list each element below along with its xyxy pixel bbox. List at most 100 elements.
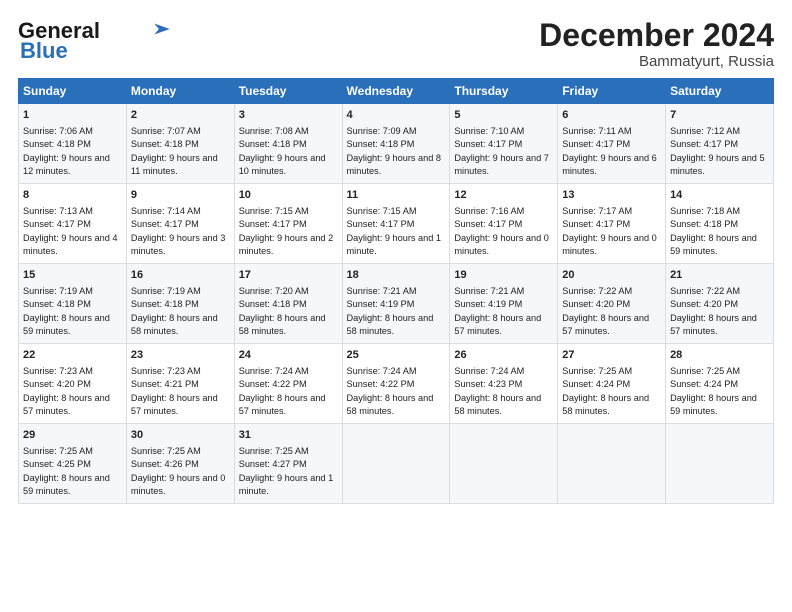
header-tuesday: Tuesday	[234, 79, 342, 104]
day-detail: Sunset: 4:18 PM	[131, 299, 199, 309]
table-row: 29Sunrise: 7:25 AM Sunset: 4:25 PM Dayli…	[19, 424, 127, 504]
day-detail: Daylight: 8 hours	[670, 233, 739, 243]
day-detail: Daylight: 8 hours	[347, 393, 416, 403]
day-number: 6	[562, 108, 661, 124]
header-monday: Monday	[126, 79, 234, 104]
day-detail: Daylight: 9 hours	[454, 153, 523, 163]
day-number: 20	[562, 268, 661, 284]
day-detail: Daylight: 8 hours	[131, 313, 200, 323]
day-detail: Sunset: 4:24 PM	[562, 379, 630, 389]
day-detail: Sunset: 4:18 PM	[23, 299, 91, 309]
table-row: 11Sunrise: 7:15 AM Sunset: 4:17 PM Dayli…	[342, 184, 450, 264]
day-detail: Daylight: 9 hours	[239, 473, 308, 483]
day-detail: Daylight: 8 hours	[562, 393, 631, 403]
table-row: 23Sunrise: 7:23 AM Sunset: 4:21 PM Dayli…	[126, 344, 234, 424]
table-row: 12Sunrise: 7:16 AM Sunset: 4:17 PM Dayli…	[450, 184, 558, 264]
day-detail: Daylight: 9 hours	[239, 233, 308, 243]
day-detail: Sunrise: 7:25 AM	[131, 446, 201, 456]
table-row: 13Sunrise: 7:17 AM Sunset: 4:17 PM Dayli…	[558, 184, 666, 264]
table-row: 30Sunrise: 7:25 AM Sunset: 4:26 PM Dayli…	[126, 424, 234, 504]
day-number: 22	[23, 348, 122, 364]
day-detail: Sunrise: 7:25 AM	[23, 446, 93, 456]
day-number: 25	[347, 348, 446, 364]
logo-blue: Blue	[20, 38, 68, 64]
day-detail: Sunset: 4:27 PM	[239, 459, 307, 469]
day-detail: Sunset: 4:18 PM	[239, 299, 307, 309]
day-detail: Sunrise: 7:23 AM	[23, 366, 93, 376]
day-detail: Sunrise: 7:24 AM	[454, 366, 524, 376]
day-detail: Sunset: 4:21 PM	[131, 379, 199, 389]
table-row: 3Sunrise: 7:08 AM Sunset: 4:18 PM Daylig…	[234, 104, 342, 184]
day-detail: Daylight: 9 hours	[347, 153, 416, 163]
day-detail: Sunset: 4:18 PM	[239, 139, 307, 149]
weekday-header-row: Sunday Monday Tuesday Wednesday Thursday…	[19, 79, 774, 104]
day-detail: Sunset: 4:17 PM	[562, 139, 630, 149]
header-friday: Friday	[558, 79, 666, 104]
table-row: 25Sunrise: 7:24 AM Sunset: 4:22 PM Dayli…	[342, 344, 450, 424]
table-row	[666, 424, 774, 504]
day-detail: Sunrise: 7:18 AM	[670, 206, 740, 216]
day-number: 30	[131, 428, 230, 444]
day-detail: Sunset: 4:24 PM	[670, 379, 738, 389]
day-detail: Sunset: 4:18 PM	[347, 139, 415, 149]
table-row: 26Sunrise: 7:24 AM Sunset: 4:23 PM Dayli…	[450, 344, 558, 424]
calendar-week-row: 15Sunrise: 7:19 AM Sunset: 4:18 PM Dayli…	[19, 264, 774, 344]
day-detail: Sunset: 4:18 PM	[131, 139, 199, 149]
day-number: 10	[239, 188, 338, 204]
day-detail: Sunrise: 7:25 AM	[670, 366, 740, 376]
day-number: 16	[131, 268, 230, 284]
table-row: 10Sunrise: 7:15 AM Sunset: 4:17 PM Dayli…	[234, 184, 342, 264]
page: General Blue December 2024 Bammatyurt, R…	[0, 0, 792, 612]
day-detail: Daylight: 9 hours	[670, 153, 739, 163]
day-detail: Daylight: 8 hours	[454, 393, 523, 403]
day-detail: Sunrise: 7:15 AM	[239, 206, 309, 216]
day-detail: Sunset: 4:26 PM	[131, 459, 199, 469]
day-number: 3	[239, 108, 338, 124]
table-row: 6 Sunrise: 7:11 AM Sunset: 4:17 PM Daylig…	[558, 104, 666, 184]
logo: General Blue	[18, 18, 176, 64]
header: General Blue December 2024 Bammatyurt, R…	[18, 18, 774, 70]
day-detail: Daylight: 8 hours	[670, 393, 739, 403]
day-detail: Sunrise: 7:13 AM	[23, 206, 93, 216]
day-detail: Sunrise: 7:19 AM	[131, 286, 201, 296]
day-number: 8	[23, 188, 122, 204]
table-row	[342, 424, 450, 504]
day-detail: Sunset: 4:20 PM	[670, 299, 738, 309]
day-detail: Sunrise: 7:08 AM	[239, 126, 309, 136]
day-detail: Sunrise: 7:14 AM	[131, 206, 201, 216]
day-detail: Sunrise: 7:19 AM	[23, 286, 93, 296]
day-detail: Sunrise: 7:12 AM	[670, 126, 740, 136]
table-row: 7 Sunrise: 7:12 AM Sunset: 4:17 PM Daylig…	[666, 104, 774, 184]
table-row: 2Sunrise: 7:07 AM Sunset: 4:18 PM Daylig…	[126, 104, 234, 184]
table-row: 21Sunrise: 7:22 AM Sunset: 4:20 PM Dayli…	[666, 264, 774, 344]
day-detail: Sunset: 4:17 PM	[670, 139, 738, 149]
day-detail: Daylight: 9 hours	[347, 233, 416, 243]
title-block: December 2024 Bammatyurt, Russia	[539, 18, 774, 70]
table-row: 17Sunrise: 7:20 AM Sunset: 4:18 PM Dayli…	[234, 264, 342, 344]
table-row: 16 Sunrise: 7:19 AM Sunset: 4:18 PM Dayli…	[126, 264, 234, 344]
day-number: 11	[347, 188, 446, 204]
day-number: 14	[670, 188, 769, 204]
day-number: 18	[347, 268, 446, 284]
day-number: 31	[239, 428, 338, 444]
day-detail: Sunset: 4:22 PM	[347, 379, 415, 389]
day-detail: Sunset: 4:18 PM	[670, 219, 738, 229]
day-detail: Sunset: 4:17 PM	[454, 139, 522, 149]
day-detail: Sunrise: 7:11 AM	[562, 126, 631, 136]
calendar-table: Sunday Monday Tuesday Wednesday Thursday…	[18, 78, 774, 504]
calendar-week-row: 22Sunrise: 7:23 AM Sunset: 4:20 PM Dayli…	[19, 344, 774, 424]
day-detail: Sunrise: 7:21 AM	[454, 286, 524, 296]
day-detail: Sunrise: 7:15 AM	[347, 206, 417, 216]
day-detail: Daylight: 9 hours	[562, 153, 631, 163]
day-detail: Sunset: 4:19 PM	[347, 299, 415, 309]
table-row: 27Sunrise: 7:25 AM Sunset: 4:24 PM Dayli…	[558, 344, 666, 424]
day-detail: Daylight: 8 hours	[239, 313, 308, 323]
table-row: 9Sunrise: 7:14 AM Sunset: 4:17 PM Daylig…	[126, 184, 234, 264]
day-detail: Sunset: 4:17 PM	[562, 219, 630, 229]
logo-icon	[148, 22, 176, 36]
day-detail: Sunrise: 7:09 AM	[347, 126, 417, 136]
day-detail: Sunrise: 7:22 AM	[670, 286, 740, 296]
day-detail: Sunrise: 7:07 AM	[131, 126, 201, 136]
day-number: 7	[670, 108, 769, 124]
calendar-week-row: 8 Sunrise: 7:13 AM Sunset: 4:17 PM Daylig…	[19, 184, 774, 264]
